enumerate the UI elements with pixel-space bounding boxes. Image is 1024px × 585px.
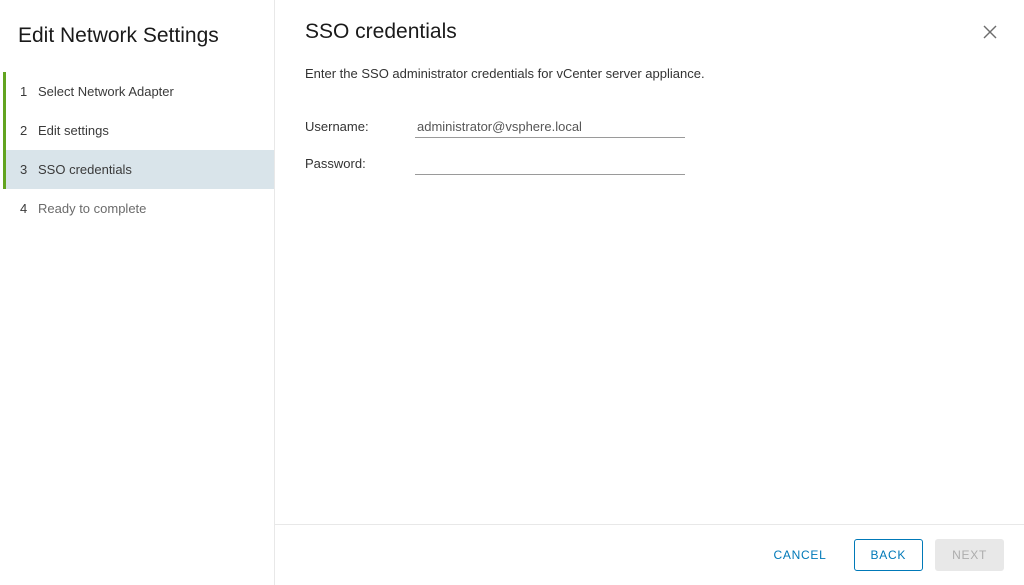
step-number: 2 [20, 123, 38, 138]
step-number: 3 [20, 162, 38, 177]
step-label: SSO credentials [38, 162, 132, 177]
close-icon[interactable] [982, 24, 1000, 42]
step-label: Select Network Adapter [38, 84, 174, 99]
password-label: Password: [305, 156, 415, 171]
cancel-button[interactable]: CANCEL [759, 539, 842, 571]
step-number: 4 [20, 201, 38, 216]
main-panel: SSO credentials Enter the SSO administra… [275, 0, 1024, 585]
password-row: Password: [305, 152, 1000, 175]
step-label: Ready to complete [38, 201, 146, 216]
step-ready-to-complete[interactable]: 4 Ready to complete [3, 189, 274, 228]
next-button[interactable]: NEXT [935, 539, 1004, 571]
step-number: 1 [20, 84, 38, 99]
username-input[interactable] [415, 115, 685, 138]
step-sso-credentials[interactable]: 3 SSO credentials [3, 150, 274, 189]
step-edit-settings[interactable]: 2 Edit settings [3, 111, 274, 150]
wizard-title: Edit Network Settings [0, 14, 274, 72]
step-select-network-adapter[interactable]: 1 Select Network Adapter [3, 72, 274, 111]
username-label: Username: [305, 119, 415, 134]
wizard-sidebar: Edit Network Settings 1 Select Network A… [0, 0, 275, 585]
username-row: Username: [305, 115, 1000, 138]
wizard-footer: CANCEL BACK NEXT [275, 524, 1024, 585]
password-input[interactable] [415, 152, 685, 175]
back-button[interactable]: BACK [854, 539, 924, 571]
page-title: SSO credentials [305, 20, 457, 44]
wizard-steps: 1 Select Network Adapter 2 Edit settings… [0, 72, 274, 228]
step-label: Edit settings [38, 123, 109, 138]
main-header: SSO credentials [305, 20, 1000, 66]
instruction-text: Enter the SSO administrator credentials … [305, 66, 1000, 81]
